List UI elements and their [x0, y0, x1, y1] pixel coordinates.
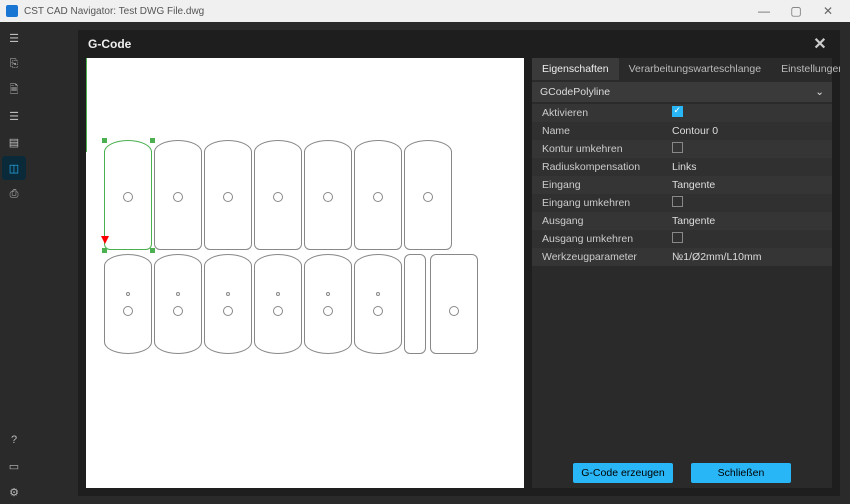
prop-value[interactable]: Links	[672, 161, 832, 173]
prop-label: Aktivieren	[532, 107, 672, 119]
list-icon[interactable]: ☰	[2, 104, 26, 128]
checkbox[interactable]	[672, 232, 683, 243]
prop-value[interactable]	[672, 232, 832, 246]
hole	[373, 192, 383, 202]
app-icon	[6, 5, 18, 17]
menu-icon[interactable]: ☰	[2, 26, 26, 50]
prop-row[interactable]: Eingang umkehren	[532, 194, 832, 212]
hole	[323, 306, 333, 316]
hole	[123, 306, 133, 316]
prop-row[interactable]: Aktivieren	[532, 104, 832, 122]
entry-line	[86, 58, 87, 152]
hole	[273, 192, 283, 202]
selection-handle	[150, 248, 155, 253]
modal-title: G-Code	[88, 37, 131, 51]
hole	[223, 306, 233, 316]
prop-row[interactable]: AusgangTangente	[532, 212, 832, 230]
object-selector[interactable]: GCodePolyline ⌄	[532, 82, 832, 102]
maximize-button[interactable]: ▢	[780, 0, 812, 22]
prop-row[interactable]: RadiuskompensationLinks	[532, 158, 832, 176]
contour-bottom	[254, 254, 302, 354]
selector-value: GCodePolyline	[540, 86, 610, 98]
prop-value[interactable]	[672, 196, 832, 210]
small-hole	[226, 292, 230, 296]
prop-row[interactable]: EingangTangente	[532, 176, 832, 194]
prop-label: Ausgang	[532, 215, 672, 227]
prop-value[interactable]: Contour 0	[672, 125, 832, 137]
prop-label: Werkzeugparameter	[532, 251, 672, 263]
close-window-button[interactable]: ✕	[812, 0, 844, 22]
close-icon[interactable]: ✕	[810, 34, 830, 54]
contour-bottom	[304, 254, 352, 354]
gcode-modal: G-Code ✕ EigenschaftenVerarbeitungswarte…	[78, 30, 840, 496]
drawing-canvas[interactable]	[86, 58, 524, 488]
prop-row[interactable]: Ausgang umkehren	[532, 230, 832, 248]
prop-label: Ausgang umkehren	[532, 233, 672, 245]
print-icon[interactable]: ⎙	[2, 182, 26, 206]
small-hole	[376, 292, 380, 296]
help-icon[interactable]: ?	[2, 428, 26, 452]
modal-footer: G-Code erzeugen Schließen	[532, 458, 832, 488]
close-button[interactable]: Schließen	[691, 463, 791, 483]
hole	[173, 192, 183, 202]
minimize-button[interactable]: —	[748, 0, 780, 22]
direction-arrow	[101, 236, 109, 244]
prop-value[interactable]: Tangente	[672, 215, 832, 227]
hole	[123, 192, 133, 202]
contour-bottom	[204, 254, 252, 354]
hole	[173, 306, 183, 316]
titlebar: CST CAD Navigator: Test DWG File.dwg — ▢…	[0, 0, 850, 22]
hole	[423, 192, 433, 202]
tab-verarbeitungswarteschlange[interactable]: Verarbeitungswarteschlange	[619, 58, 772, 80]
prop-label: Eingang	[532, 179, 672, 191]
selection-icon[interactable]: ◫	[2, 156, 26, 180]
hole	[323, 192, 333, 202]
selection-handle	[150, 138, 155, 143]
small-hole	[126, 292, 130, 296]
prop-label: Kontur umkehren	[532, 143, 672, 155]
selection-handle	[102, 248, 107, 253]
hole	[223, 192, 233, 202]
contour-bottom	[154, 254, 202, 354]
prop-row[interactable]: Kontur umkehren	[532, 140, 832, 158]
prop-label: Radiuskompensation	[532, 161, 672, 173]
checkbox[interactable]	[672, 106, 683, 117]
generate-gcode-button[interactable]: G-Code erzeugen	[573, 463, 673, 483]
properties-list: AktivierenNameContour 0Kontur umkehrenRa…	[532, 104, 832, 266]
prop-row[interactable]: Werkzeugparameter№1/Ø2mm/L10mm	[532, 248, 832, 266]
prop-value[interactable]: Tangente	[672, 179, 832, 191]
hole	[373, 306, 383, 316]
contour-bottom	[104, 254, 152, 354]
export-icon[interactable]: ⎘	[2, 52, 26, 76]
hole	[273, 306, 283, 316]
tab-einstellungen[interactable]: Einstellungen	[771, 58, 840, 80]
prop-label: Eingang umkehren	[532, 197, 672, 209]
hole	[449, 306, 459, 316]
prop-value[interactable]	[672, 142, 832, 156]
checkbox[interactable]	[672, 142, 683, 153]
prop-value[interactable]	[672, 106, 832, 120]
layers-icon[interactable]: ▤	[2, 130, 26, 154]
chevron-down-icon: ⌄	[815, 86, 824, 98]
title-text: CST CAD Navigator: Test DWG File.dwg	[24, 6, 204, 17]
contour-narrow	[404, 254, 426, 354]
left-rail: ☰⎘🗎☰▤◫⎙?▭⚙	[0, 22, 28, 504]
settings-icon[interactable]: ⚙	[2, 480, 26, 504]
contour-bottom	[354, 254, 402, 354]
small-hole	[176, 292, 180, 296]
checkbox[interactable]	[672, 196, 683, 207]
properties-pane: EigenschaftenVerarbeitungswarteschlange E…	[532, 58, 832, 488]
small-hole	[276, 292, 280, 296]
selection-handle	[102, 138, 107, 143]
small-hole	[326, 292, 330, 296]
prop-value[interactable]: №1/Ø2mm/L10mm	[672, 251, 832, 263]
prop-row[interactable]: NameContour 0	[532, 122, 832, 140]
tab-eigenschaften[interactable]: Eigenschaften	[532, 58, 619, 80]
tab-bar: EigenschaftenVerarbeitungswarteschlangeE…	[532, 58, 832, 80]
contour-last	[430, 254, 478, 354]
display-icon[interactable]: ▭	[2, 454, 26, 478]
document-icon[interactable]: 🗎	[2, 78, 26, 102]
prop-label: Name	[532, 125, 672, 137]
